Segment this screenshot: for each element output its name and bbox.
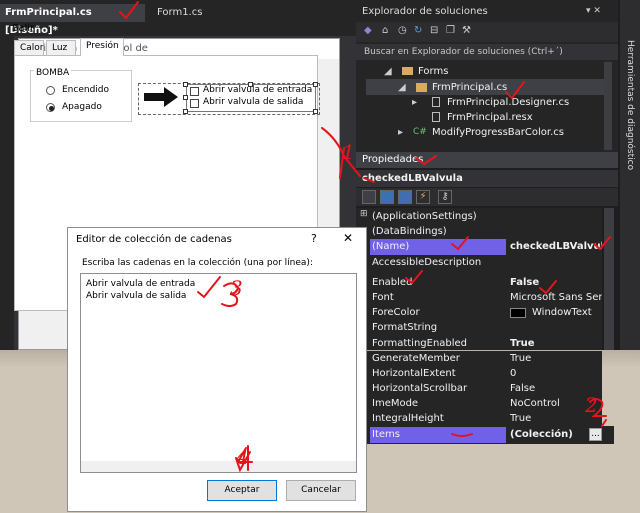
annotation-3: 3 [230, 276, 243, 300]
annotation-2: 2 [585, 393, 598, 417]
annotation-1: 1 [342, 140, 355, 164]
annotation-4: 4 [236, 445, 249, 469]
annotation-layer [119, 1, 611, 473]
